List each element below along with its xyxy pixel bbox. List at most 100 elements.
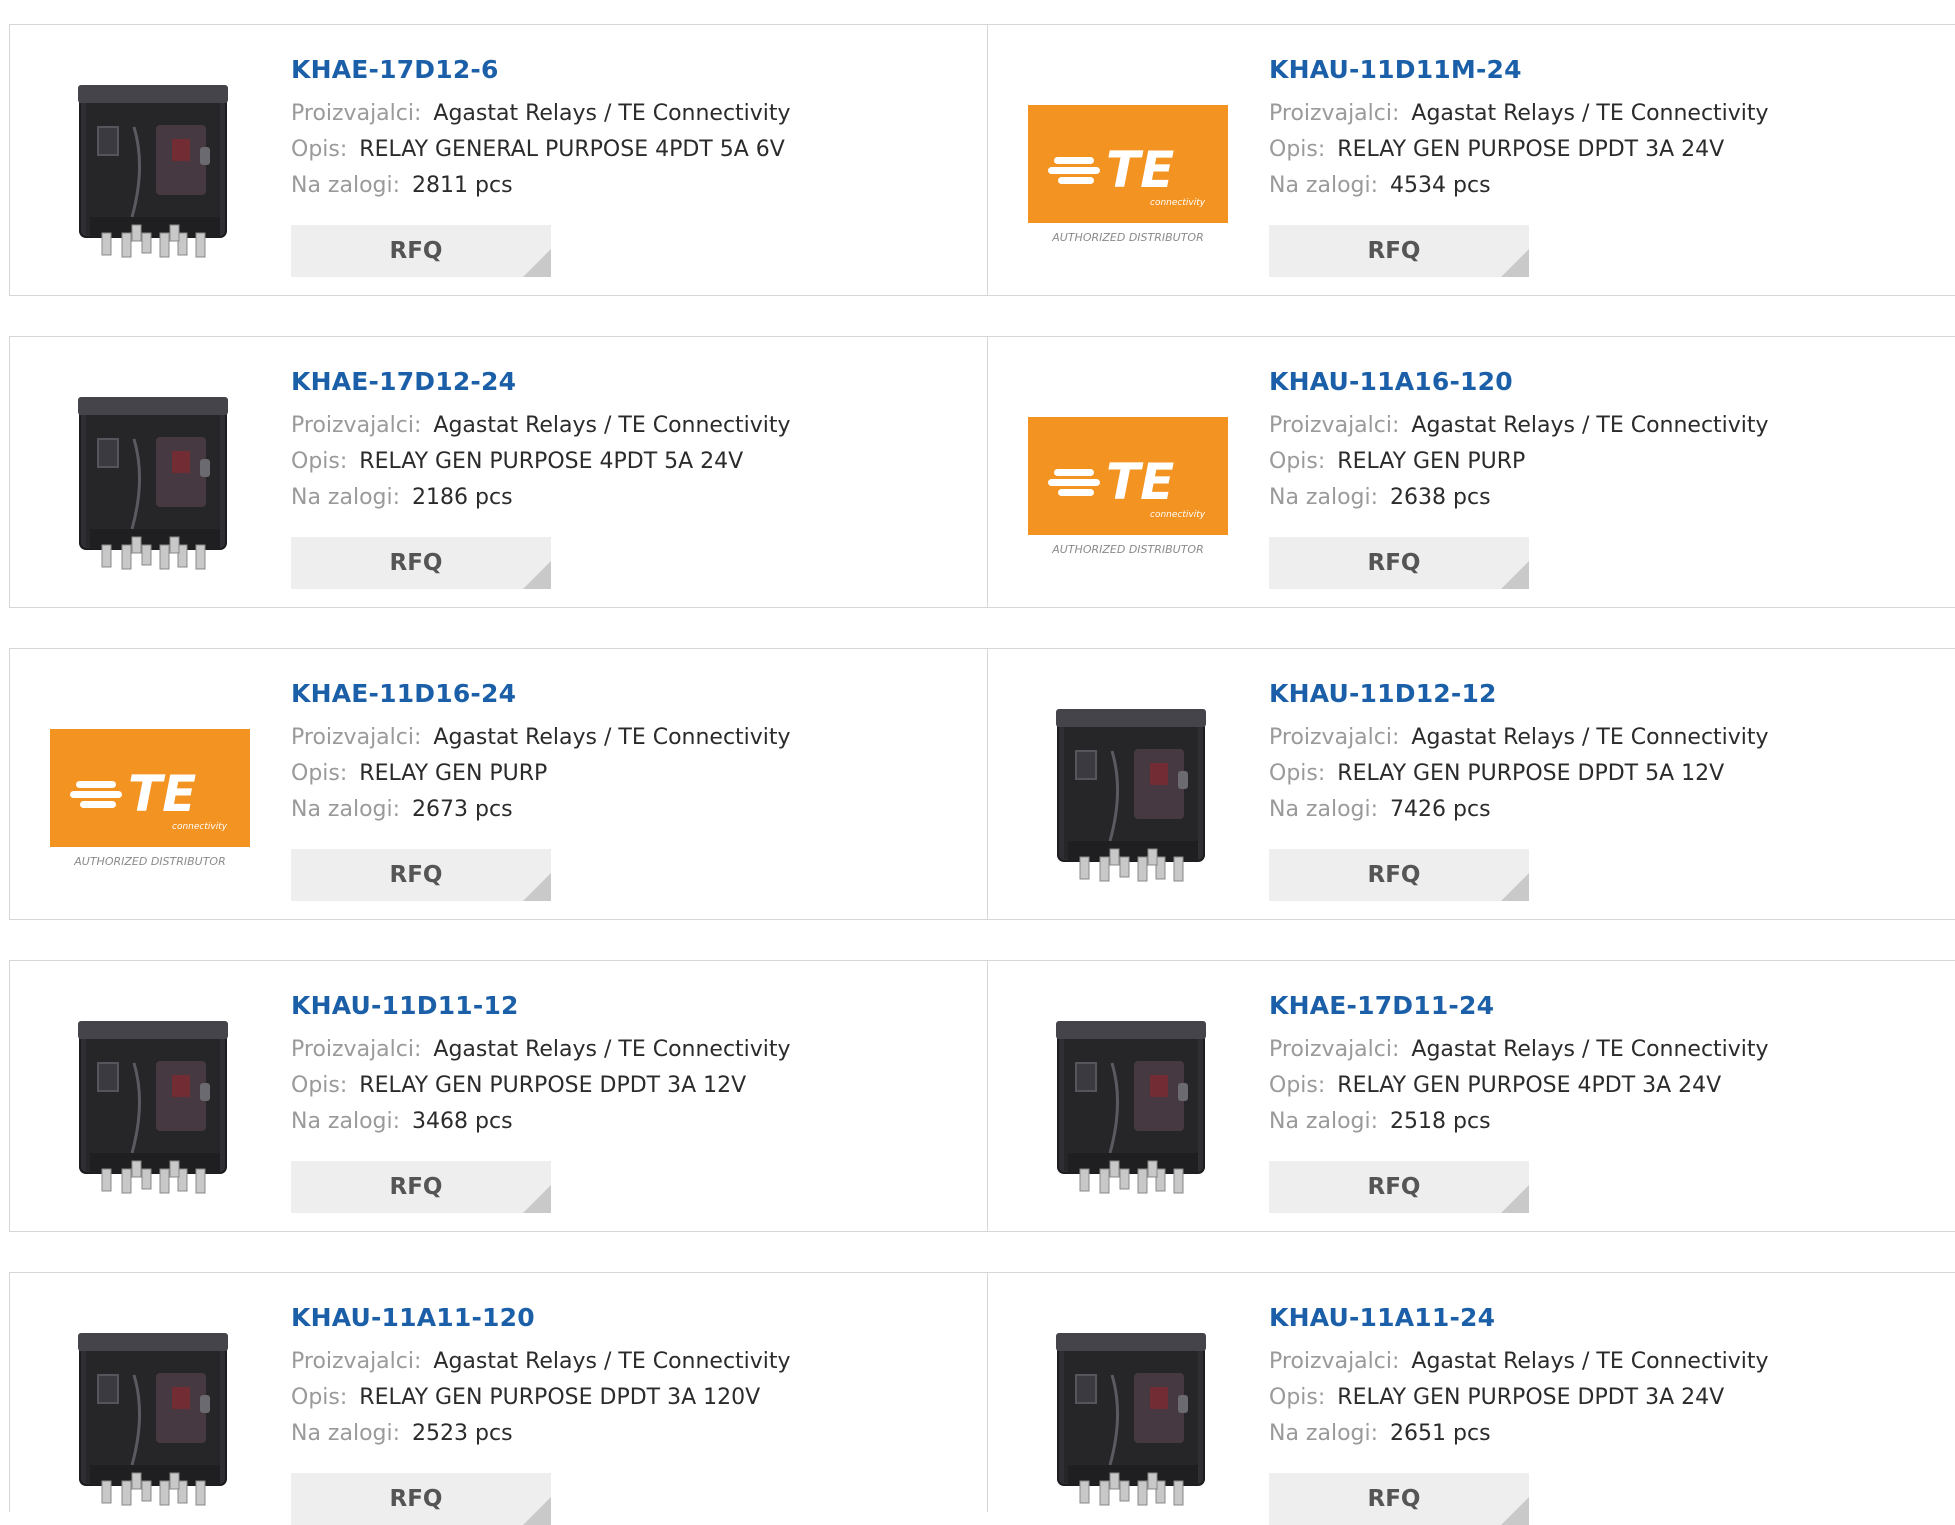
product-info: KHAU-11D12-12 Proizvajalci: Agastat Relays… [1269,677,1769,828]
relay-product-image [50,1315,250,1515]
description-label: Opis: [1269,449,1326,474]
product-name-link[interactable]: KHAE-11D16-24 [291,677,791,711]
product-info: KHAE-17D12-24 Proizvajalci: Agastat Relays… [291,365,791,516]
product-card: KHAE-17D12-24 Proizvajalci: Agastat Relays… [10,337,978,607]
stock-label: Na zalogi: [1269,1421,1379,1446]
manufacturer-value: Agastat Relays / TE Connectivity [433,1349,791,1374]
product-row: TE connectivity AUTHORIZED DISTRIBUTOR K… [9,648,1955,920]
description-label: Opis: [291,1073,348,1098]
product-card: KHAU-11A11-120 Proizvajalci: Agastat Relay… [10,1273,978,1525]
corner-triangle [1501,249,1529,277]
description-label: Opis: [1269,761,1326,786]
manufacturer-value: Agastat Relays / TE Connectivity [433,413,791,438]
corner-triangle [1501,873,1529,901]
manufacturer-line: Proizvajalci: Agastat Relays / TE Connect… [291,1032,791,1068]
stock-label: Na zalogi: [291,173,401,198]
stock-line: Na zalogi: 3468 pcs [291,1104,791,1140]
rfq-button[interactable]: RFQ [291,225,551,277]
description-line: Opis: RELAY GEN PURPOSE DPDT 5A 12V [1269,756,1769,792]
product-name-link[interactable]: KHAU-11D11M-24 [1269,53,1769,87]
product-name-link[interactable]: KHAU-11D11-12 [291,989,791,1023]
rfq-label: RFQ [1367,1174,1421,1200]
stock-value: 2523 pcs [412,1421,513,1446]
manufacturer-value: Agastat Relays / TE Connectivity [1411,1037,1769,1062]
stock-label: Na zalogi: [291,1109,401,1134]
rfq-button[interactable]: RFQ [1269,225,1529,277]
product-name-link[interactable]: KHAE-17D12-24 [291,365,791,399]
manufacturer-label: Proizvajalci: [1269,413,1400,438]
manufacturer-line: Proizvajalci: Agastat Relays / TE Connect… [1269,96,1769,132]
description-line: Opis: RELAY GEN PURP [1269,444,1769,480]
product-row: KHAU-11A11-120 Proizvajalci: Agastat Relay… [9,1272,1955,1525]
corner-triangle [523,1497,551,1525]
description-line: Opis: RELAY GEN PURPOSE DPDT 3A 120V [291,1380,791,1416]
te-authorized-distributor-logo: TE connectivity AUTHORIZED DISTRIBUTOR [1028,67,1228,267]
description-line: Opis: RELAY GEN PURPOSE DPDT 3A 24V [1269,132,1769,168]
product-name-link[interactable]: KHAU-11A11-24 [1269,1301,1769,1335]
description-value: RELAY GEN PURPOSE DPDT 3A 24V [1337,137,1725,162]
product-info: KHAU-11D11-12 Proizvajalci: Agastat Relays… [291,989,791,1140]
product-info: KHAU-11A16-120 Proizvajalci: Agastat Relay… [1269,365,1769,516]
stock-label: Na zalogi: [1269,173,1379,198]
rfq-label: RFQ [389,238,443,264]
stock-value: 4534 pcs [1390,173,1491,198]
relay-product-image [50,1003,250,1203]
product-row: KHAE-17D12-6 Proizvajalci: Agastat Relays … [9,24,1955,296]
rfq-button[interactable]: RFQ [1269,849,1529,901]
product-info: KHAU-11D11M-24 Proizvajalci: Agastat Relay… [1269,53,1769,204]
rfq-button[interactable]: RFQ [291,1473,551,1525]
stock-label: Na zalogi: [291,1421,401,1446]
manufacturer-label: Proizvajalci: [291,725,422,750]
rfq-button[interactable]: RFQ [291,537,551,589]
stock-label: Na zalogi: [1269,485,1379,510]
stock-value: 2651 pcs [1390,1421,1491,1446]
svg-text:AUTHORIZED DISTRIBUTOR: AUTHORIZED DISTRIBUTOR [73,855,226,868]
rfq-button[interactable]: RFQ [291,849,551,901]
manufacturer-label: Proizvajalci: [291,1037,422,1062]
product-info: KHAU-11A11-24 Proizvajalci: Agastat Relays… [1269,1301,1769,1452]
description-value: RELAY GEN PURP [1337,449,1526,474]
rfq-button[interactable]: RFQ [1269,537,1529,589]
product-name-link[interactable]: KHAU-11A11-120 [291,1301,791,1335]
stock-line: Na zalogi: 4534 pcs [1269,168,1769,204]
description-value: RELAY GEN PURPOSE DPDT 5A 12V [1337,761,1725,786]
rfq-label: RFQ [1367,238,1421,264]
product-name-link[interactable]: KHAE-17D12-6 [291,53,791,87]
stock-line: Na zalogi: 2518 pcs [1269,1104,1769,1140]
manufacturer-value: Agastat Relays / TE Connectivity [1411,725,1769,750]
manufacturer-value: Agastat Relays / TE Connectivity [433,1037,791,1062]
product-card: KHAE-17D11-24 Proizvajalci: Agastat Relays… [988,961,1955,1231]
stock-line: Na zalogi: 2186 pcs [291,480,791,516]
svg-text:connectivity: connectivity [1150,510,1206,520]
manufacturer-label: Proizvajalci: [291,101,422,126]
svg-text:connectivity: connectivity [172,822,228,832]
stock-value: 7426 pcs [1390,797,1491,822]
product-name-link[interactable]: KHAU-11D12-12 [1269,677,1769,711]
rfq-button[interactable]: RFQ [1269,1473,1529,1525]
corner-triangle [1501,1185,1529,1213]
description-label: Opis: [291,137,348,162]
svg-text:TE: TE [1106,453,1174,511]
manufacturer-value: Agastat Relays / TE Connectivity [1411,101,1769,126]
product-row: KHAU-11D11-12 Proizvajalci: Agastat Relays… [9,960,1955,1232]
rfq-button[interactable]: RFQ [291,1161,551,1213]
stock-line: Na zalogi: 2638 pcs [1269,480,1769,516]
rfq-button[interactable]: RFQ [1269,1161,1529,1213]
product-info: KHAE-17D12-6 Proizvajalci: Agastat Relays … [291,53,791,204]
product-name-link[interactable]: KHAE-17D11-24 [1269,989,1769,1023]
corner-triangle [523,561,551,589]
manufacturer-value: Agastat Relays / TE Connectivity [1411,1349,1769,1374]
product-name-link[interactable]: KHAU-11A16-120 [1269,365,1769,399]
rfq-label: RFQ [1367,550,1421,576]
manufacturer-line: Proizvajalci: Agastat Relays / TE Connect… [291,96,791,132]
relay-product-image [50,379,250,579]
corner-triangle [1501,561,1529,589]
manufacturer-label: Proizvajalci: [1269,1349,1400,1374]
stock-value: 3468 pcs [412,1109,513,1134]
stock-line: Na zalogi: 2811 pcs [291,168,791,204]
stock-label: Na zalogi: [291,797,401,822]
manufacturer-line: Proizvajalci: Agastat Relays / TE Connect… [1269,1032,1769,1068]
manufacturer-line: Proizvajalci: Agastat Relays / TE Connect… [291,408,791,444]
manufacturer-label: Proizvajalci: [291,1349,422,1374]
rfq-label: RFQ [1367,1486,1421,1512]
